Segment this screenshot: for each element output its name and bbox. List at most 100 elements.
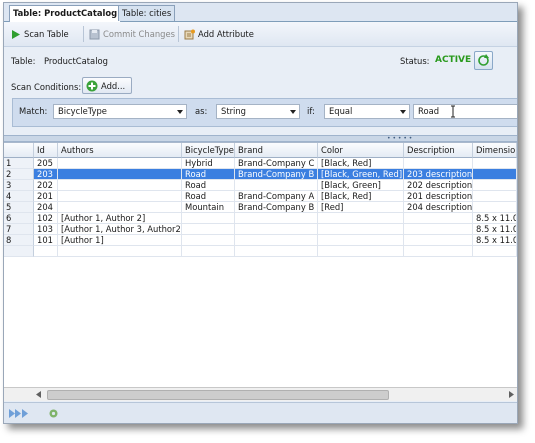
cell-description[interactable]: 201 description [404,191,473,202]
cell-bicycletype[interactable] [182,224,235,235]
cell-description[interactable] [404,224,473,235]
scan-table-button[interactable]: Scan Table [10,27,69,41]
cell-dimensions[interactable]: 8.5 x 11.0 [473,224,517,235]
cell-color[interactable]: [Red] [318,202,404,213]
cell-authors[interactable]: [Author 1, Author 3, Author2] [58,224,182,235]
cell-authors[interactable] [58,180,182,191]
add-condition-button[interactable]: Add... [82,77,132,94]
new-row-cell[interactable] [235,246,318,257]
row-number[interactable]: 4 [4,191,34,202]
cell-dimensions[interactable] [473,169,517,180]
cell-authors[interactable]: [Author 1] [58,235,182,246]
settings-icon[interactable] [48,408,59,419]
cell-id[interactable]: 102 [34,213,58,224]
cell-description[interactable]: 203 description [404,169,473,180]
new-row-cell[interactable] [182,246,235,257]
cell-id[interactable]: 202 [34,180,58,191]
cell-bicycletype[interactable]: Mountain [182,202,235,213]
cell-color[interactable]: [Black, Red] [318,191,404,202]
tab-productcatalog[interactable]: Table: ProductCatalog [9,5,122,22]
cell-authors[interactable] [58,191,182,202]
splitter[interactable]: • • • • • [4,135,517,142]
tab-cities[interactable]: Table: cities [118,5,176,21]
cell-dimensions[interactable] [473,158,517,169]
cell-brand[interactable]: Brand-Company C [235,158,318,169]
column-header-authors[interactable]: Authors [58,143,182,158]
cell-brand[interactable] [235,235,318,246]
scroll-thumb[interactable] [47,390,389,400]
cell-id[interactable]: 103 [34,224,58,235]
cell-color[interactable] [318,213,404,224]
scroll-right-icon[interactable] [509,391,515,398]
cell-color[interactable]: [Black, Green] [318,180,404,191]
column-header-bicycletype[interactable]: BicycleType [182,143,235,158]
new-row-cell[interactable] [473,246,517,257]
type-select[interactable]: String [216,104,300,119]
commit-changes-button[interactable]: Commit Changes [89,27,175,41]
cell-bicycletype[interactable]: Hybrid [182,158,235,169]
cell-authors[interactable]: [Author 1, Author 2] [58,213,182,224]
horizontal-scrollbar[interactable] [4,387,517,401]
cell-authors[interactable] [58,158,182,169]
attribute-select[interactable]: BicycleType [53,104,187,119]
row-number[interactable]: 1 [4,158,34,169]
refresh-button[interactable] [474,51,493,70]
cell-dimensions[interactable] [473,202,517,213]
cell-id[interactable]: 101 [34,235,58,246]
cell-brand[interactable]: Brand-Company B [235,202,318,213]
cell-dimensions[interactable]: 8.5 x 11.0 [473,235,517,246]
operator-select[interactable]: Equal [324,104,410,119]
cell-description[interactable] [404,158,473,169]
cell-color[interactable] [318,235,404,246]
cell-bicycletype[interactable] [182,235,235,246]
row-number[interactable]: 7 [4,224,34,235]
nav-icon[interactable] [8,408,32,419]
cell-brand[interactable]: Brand-Company B [235,169,318,180]
row-number[interactable]: 6 [4,213,34,224]
column-header-id[interactable]: Id [34,143,58,158]
cell-description[interactable]: 202 description [404,180,473,191]
column-header-description[interactable]: Description [404,143,473,158]
column-header-dimensions[interactable]: Dimensions [473,143,517,158]
cell-authors[interactable] [58,202,182,213]
cell-id[interactable]: 201 [34,191,58,202]
cell-color[interactable]: [Black, Red] [318,158,404,169]
scroll-left-icon[interactable] [36,391,42,398]
cell-brand[interactable]: Brand-Company A [235,191,318,202]
splitter-grip[interactable]: • • • • • [387,136,412,142]
new-row-header[interactable] [4,246,34,257]
cell-id[interactable]: 204 [34,202,58,213]
cell-description[interactable] [404,213,473,224]
column-header-color[interactable]: Color [318,143,404,158]
cell-bicycletype[interactable] [182,213,235,224]
cell-bicycletype[interactable]: Road [182,191,235,202]
column-header-brand[interactable]: Brand [235,143,318,158]
cell-dimensions[interactable] [473,191,517,202]
row-number[interactable]: 2 [4,169,34,180]
cell-description[interactable]: 204 description [404,202,473,213]
new-row-cell[interactable] [58,246,182,257]
as-label: as: [195,106,208,116]
cell-color[interactable]: [Black, Green, Red] [318,169,404,180]
cell-brand[interactable] [235,224,318,235]
cell-color[interactable] [318,224,404,235]
cell-description[interactable] [404,235,473,246]
row-number[interactable]: 3 [4,180,34,191]
cell-brand[interactable] [235,180,318,191]
row-number[interactable]: 8 [4,235,34,246]
value-input[interactable]: Road [413,104,517,119]
new-row-cell[interactable] [404,246,473,257]
cell-bicycletype[interactable]: Road [182,169,235,180]
cell-id[interactable]: 205 [34,158,58,169]
new-row-cell[interactable] [34,246,58,257]
grid-corner[interactable] [4,143,34,158]
cell-brand[interactable] [235,213,318,224]
row-number[interactable]: 5 [4,202,34,213]
add-attribute-button[interactable]: Add Attribute [184,27,254,41]
cell-id[interactable]: 203 [34,169,58,180]
new-row-cell[interactable] [318,246,404,257]
cell-authors[interactable] [58,169,182,180]
cell-dimensions[interactable] [473,180,517,191]
cell-dimensions[interactable]: 8.5 x 11.0 [473,213,517,224]
cell-bicycletype[interactable]: Road [182,180,235,191]
